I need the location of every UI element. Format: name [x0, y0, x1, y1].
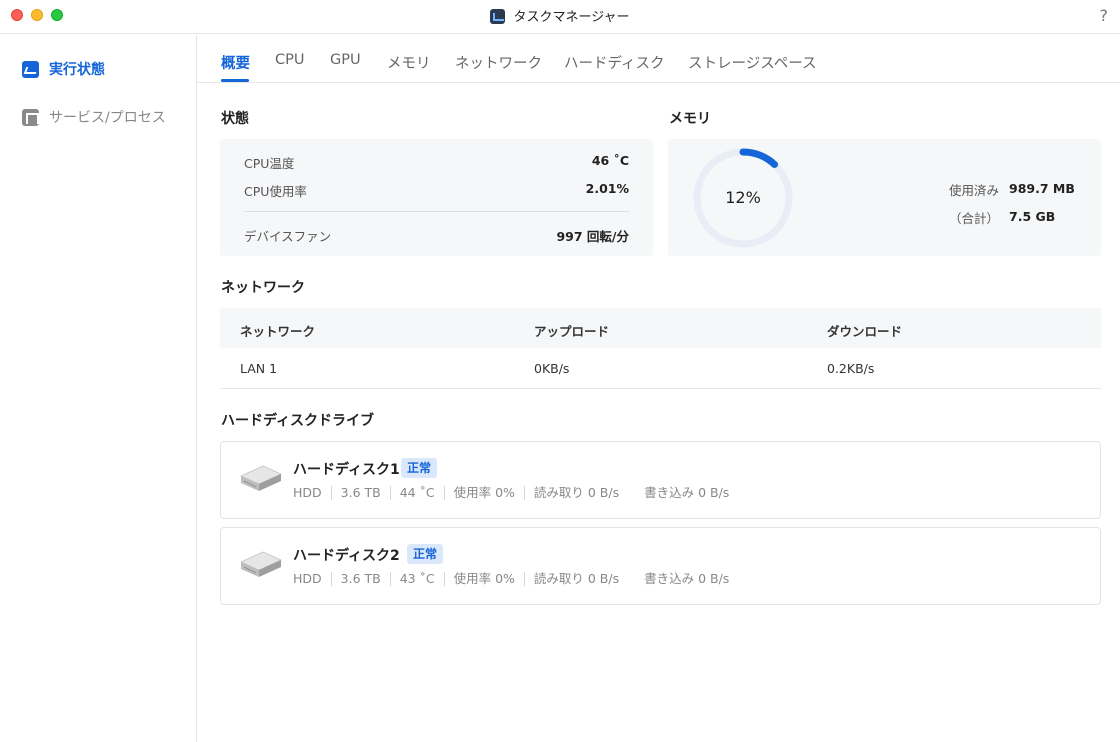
status-badge: 正常 [407, 544, 444, 564]
upload-col-header: アップロード [534, 324, 610, 339]
network-col-header: ネットワーク [240, 324, 316, 339]
disk-size: 3.6 TB [330, 486, 390, 500]
cpu-temp-value: 46 ˚C [591, 153, 629, 168]
download-col-header: ダウンロード [827, 324, 903, 339]
tab-hard-disk[interactable]: ハードディスク [564, 52, 664, 73]
download-cell: 0.2KB/s [827, 361, 875, 376]
hard-drive-icon [240, 465, 282, 491]
memory-section-title: メモリ [669, 111, 711, 127]
tab-overview[interactable]: 概要 [221, 52, 250, 73]
title-bar: タスクマネージャー ? [0, 0, 1120, 34]
disk-name: ハードディスク1 [293, 462, 400, 478]
memory-total-value: 7.5 GB [1009, 209, 1056, 224]
disk-read: 読み取り 0 B/s [523, 572, 628, 586]
performance-chart-icon [22, 60, 39, 78]
disk-size: 3.6 TB [330, 572, 390, 586]
status-divider [244, 211, 629, 212]
process-tree-icon [22, 108, 39, 126]
disk-type: HDD [293, 571, 322, 586]
tab-memory[interactable]: メモリ [387, 52, 431, 73]
status-section-title: 状態 [221, 111, 249, 127]
network-name-cell: LAN 1 [240, 361, 278, 376]
task-manager-app-icon [490, 9, 506, 24]
cpu-temp-label: CPU温度 [244, 156, 295, 171]
device-fan-label: デバイスファン [244, 229, 332, 244]
disk-card-1[interactable]: ハードディスク1 正常 HDD 3.6 TB 44 ˚C 使用率 0% 読み取り… [220, 441, 1101, 519]
hard-drive-icon [240, 551, 282, 577]
cpu-usage-value: 2.01% [585, 181, 629, 196]
disk-name: ハードディスク2 [293, 548, 400, 564]
tab-network[interactable]: ネットワーク [455, 52, 542, 73]
disk-write: 書き込み 0 B/s [644, 485, 730, 500]
sidebar-item-label: サービス/プロセス [49, 110, 166, 126]
disk-write: 書き込み 0 B/s [644, 571, 730, 586]
memory-percent-text: 12% [725, 188, 761, 207]
network-section-title: ネットワーク [221, 280, 305, 296]
disk-meta: HDD 3.6 TB 43 ˚C 使用率 0% 読み取り 0 B/s 書き込み … [293, 572, 738, 586]
memory-total-label: （合計） [949, 211, 1000, 226]
active-tab-indicator [221, 79, 249, 82]
disk-usage: 使用率 0% [443, 486, 524, 500]
disk-temp: 43 ˚C [389, 572, 444, 586]
tab-storage-space[interactable]: ストレージスペース [688, 52, 816, 73]
status-card: CPU温度 46 ˚C CPU使用率 2.01% デバイスファン 997 回転/… [220, 139, 653, 256]
disk-read: 読み取り 0 B/s [523, 486, 628, 500]
device-fan-value: 997 回転/分 [556, 229, 629, 244]
disk-usage: 使用率 0% [443, 572, 524, 586]
sidebar: 実行状態 サービス/プロセス [0, 35, 197, 742]
sidebar-item-performance[interactable]: 実行状態 [22, 57, 105, 81]
window-title: タスクマネージャー [513, 10, 630, 25]
disks-section-title: ハードディスクドライブ [221, 413, 375, 429]
upload-cell: 0KB/s [534, 361, 570, 376]
tab-cpu[interactable]: CPU [275, 52, 304, 68]
network-table-header: ネットワーク アップロード ダウンロード [220, 308, 1101, 348]
status-badge: 正常 [401, 458, 438, 478]
memory-card: 12% 使用済み 989.7 MB （合計） 7.5 GB [668, 139, 1101, 256]
help-button[interactable]: ? [1100, 6, 1109, 25]
sidebar-item-label: 実行状態 [49, 62, 105, 78]
disk-type: HDD [293, 485, 322, 500]
sidebar-item-services-processes[interactable]: サービス/プロセス [22, 105, 166, 129]
table-row: LAN 1 0KB/s 0.2KB/s [220, 348, 1101, 389]
memory-used-value: 989.7 MB [1009, 181, 1075, 196]
memory-used-label: 使用済み [949, 183, 1000, 198]
disk-card-2[interactable]: ハードディスク2 正常 HDD 3.6 TB 43 ˚C 使用率 0% 読み取り… [220, 527, 1101, 605]
window-title-area: タスクマネージャー [0, 6, 1120, 25]
disk-temp: 44 ˚C [389, 486, 444, 500]
tab-bar: 概要 CPU GPU メモリ ネットワーク ハードディスク ストレージスペース [197, 35, 1120, 83]
tab-gpu[interactable]: GPU [330, 52, 361, 68]
cpu-usage-label: CPU使用率 [244, 184, 307, 199]
disk-meta: HDD 3.6 TB 44 ˚C 使用率 0% 読み取り 0 B/s 書き込み … [293, 486, 738, 500]
